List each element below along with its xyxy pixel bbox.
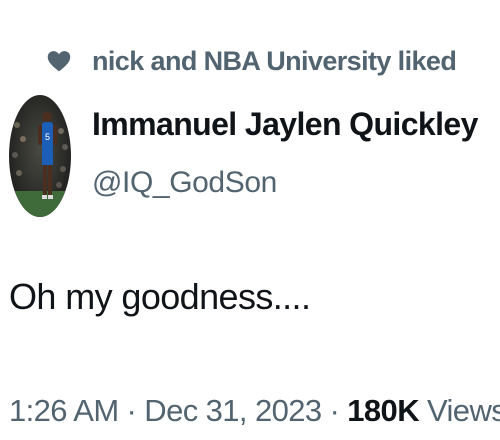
author-handle[interactable]: @IQ_GodSon: [92, 166, 277, 200]
avatar-photo: 5: [9, 95, 71, 217]
views-count[interactable]: 180K: [347, 393, 419, 428]
heart-icon: [46, 48, 72, 74]
tweet-text: Oh my goodness....: [9, 276, 311, 317]
social-context[interactable]: nick and NBA University liked: [46, 42, 457, 80]
avatar[interactable]: 5: [9, 95, 71, 217]
author-display-name[interactable]: Immanuel Jaylen Quickley: [92, 106, 478, 143]
meta-separator: ·: [321, 393, 348, 428]
views-label: Views: [418, 393, 500, 428]
tweet-time[interactable]: 1:26 AM: [9, 393, 119, 428]
tweet-date[interactable]: Dec 31, 2023: [144, 393, 322, 428]
social-context-text[interactable]: nick and NBA University liked: [92, 46, 457, 77]
meta-separator: ·: [118, 393, 145, 428]
svg-text:5: 5: [45, 132, 50, 142]
tweet-meta: 1:26 AM · Dec 31, 2023 · 180K Views: [9, 393, 500, 429]
